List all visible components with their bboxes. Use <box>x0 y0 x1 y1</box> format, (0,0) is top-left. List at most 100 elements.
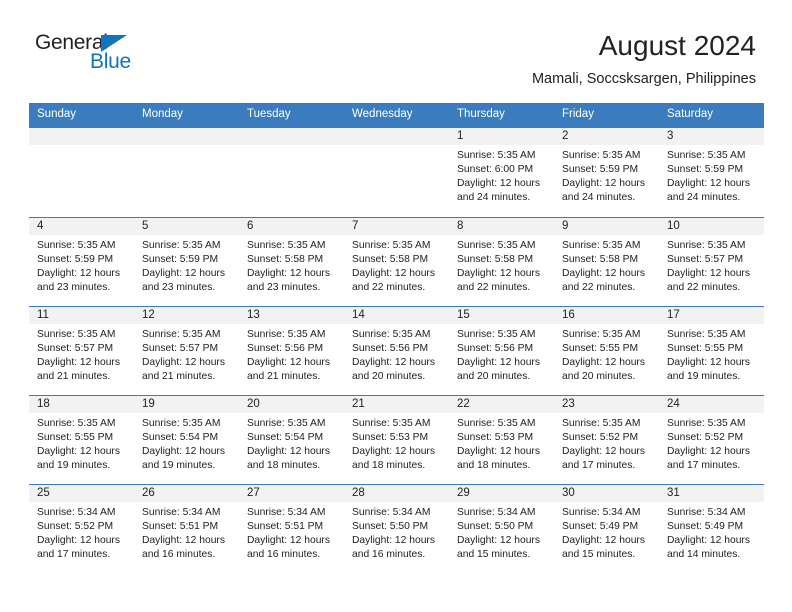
day-cell-empty <box>134 127 239 217</box>
day-cell[interactable]: 23 Sunrise: 5:35 AM Sunset: 5:52 PM Dayligh… <box>554 395 659 484</box>
day-detail-line: Daylight: 12 hours <box>142 534 225 546</box>
day-detail-line: Daylight: 12 hours <box>562 534 645 546</box>
day-detail-line: Daylight: 12 hours <box>37 267 120 279</box>
day-detail-line: Sunset: 5:49 PM <box>562 520 639 532</box>
day-details: Sunrise: 5:35 AM Sunset: 5:56 PM Daylight:… <box>449 324 554 384</box>
day-number: 26 <box>134 484 239 502</box>
day-details: Sunrise: 5:35 AM Sunset: 5:53 PM Daylight:… <box>344 413 449 473</box>
day-detail-line: Sunrise: 5:35 AM <box>247 328 326 340</box>
day-detail-line: and 16 minutes. <box>247 549 321 561</box>
day-cell[interactable]: 10 Sunrise: 5:35 AM Sunset: 5:57 PM Dayligh… <box>659 217 764 306</box>
day-detail-line: and 21 minutes. <box>37 371 111 383</box>
day-detail-line: Daylight: 12 hours <box>37 356 120 368</box>
day-details: Sunrise: 5:35 AM Sunset: 5:58 PM Daylight:… <box>449 235 554 295</box>
day-cell[interactable]: 27 Sunrise: 5:34 AM Sunset: 5:51 PM Dayligh… <box>239 484 344 573</box>
day-detail-line: Sunset: 5:59 PM <box>37 253 114 265</box>
day-cell[interactable]: 4 Sunrise: 5:35 AM Sunset: 5:59 PM Daylight… <box>29 217 134 306</box>
day-detail-line: Daylight: 12 hours <box>562 177 645 189</box>
day-detail-line: Sunset: 5:52 PM <box>562 431 639 443</box>
day-cell-empty <box>239 127 344 217</box>
day-cell[interactable]: 13 Sunrise: 5:35 AM Sunset: 5:56 PM Dayligh… <box>239 306 344 395</box>
day-number: 16 <box>554 306 659 324</box>
day-number: 24 <box>659 395 764 413</box>
day-detail-line: Sunset: 5:55 PM <box>667 342 744 354</box>
day-number: 20 <box>239 395 344 413</box>
day-detail-line: Sunset: 5:58 PM <box>247 253 324 265</box>
day-details: Sunrise: 5:34 AM Sunset: 5:50 PM Daylight:… <box>449 502 554 562</box>
day-detail-line: and 20 minutes. <box>562 371 636 383</box>
day-details: Sunrise: 5:34 AM Sunset: 5:49 PM Daylight:… <box>554 502 659 562</box>
day-cell[interactable]: 8 Sunrise: 5:35 AM Sunset: 5:58 PM Daylight… <box>449 217 554 306</box>
day-cell[interactable]: 25 Sunrise: 5:34 AM Sunset: 5:52 PM Dayligh… <box>29 484 134 573</box>
day-number: 23 <box>554 395 659 413</box>
calendar-page: General Blue August 2024 Mamali, Soccsks… <box>0 0 792 612</box>
day-cell[interactable]: 31 Sunrise: 5:34 AM Sunset: 5:49 PM Dayligh… <box>659 484 764 573</box>
day-detail-line: Sunrise: 5:35 AM <box>562 149 641 161</box>
day-detail-line: Sunset: 5:50 PM <box>352 520 429 532</box>
day-detail-line: Sunset: 5:57 PM <box>37 342 114 354</box>
day-detail-line: and 18 minutes. <box>352 460 426 472</box>
day-cell[interactable]: 12 Sunrise: 5:35 AM Sunset: 5:57 PM Dayligh… <box>134 306 239 395</box>
day-cell[interactable]: 6 Sunrise: 5:35 AM Sunset: 5:58 PM Daylight… <box>239 217 344 306</box>
day-number: 1 <box>449 127 554 145</box>
day-detail-line: Sunrise: 5:35 AM <box>667 328 746 340</box>
day-cell[interactable]: 16 Sunrise: 5:35 AM Sunset: 5:55 PM Dayligh… <box>554 306 659 395</box>
day-cell[interactable]: 30 Sunrise: 5:34 AM Sunset: 5:49 PM Dayligh… <box>554 484 659 573</box>
day-detail-line: and 16 minutes. <box>142 549 216 561</box>
day-number: 2 <box>554 127 659 145</box>
day-detail-line: Sunrise: 5:35 AM <box>457 149 536 161</box>
day-number: 9 <box>554 217 659 235</box>
day-cell[interactable]: 22 Sunrise: 5:35 AM Sunset: 5:53 PM Dayligh… <box>449 395 554 484</box>
day-number: 5 <box>134 217 239 235</box>
weekday-header-saturday: Saturday <box>667 108 714 120</box>
day-number <box>239 127 344 145</box>
day-detail-line: Sunrise: 5:34 AM <box>37 506 116 518</box>
day-cell[interactable]: 5 Sunrise: 5:35 AM Sunset: 5:59 PM Daylight… <box>134 217 239 306</box>
calendar-week-row: 11 Sunrise: 5:35 AM Sunset: 5:57 PM Dayligh… <box>29 305 764 395</box>
day-detail-line: and 18 minutes. <box>457 460 531 472</box>
day-cell[interactable]: 2 Sunrise: 5:35 AM Sunset: 5:59 PM Daylight… <box>554 127 659 217</box>
day-cell[interactable]: 1 Sunrise: 5:35 AM Sunset: 6:00 PM Daylight… <box>449 127 554 217</box>
day-cell[interactable]: 28 Sunrise: 5:34 AM Sunset: 5:50 PM Dayligh… <box>344 484 449 573</box>
day-cell[interactable]: 9 Sunrise: 5:35 AM Sunset: 5:58 PM Daylight… <box>554 217 659 306</box>
day-cell[interactable]: 11 Sunrise: 5:35 AM Sunset: 5:57 PM Dayligh… <box>29 306 134 395</box>
day-number: 30 <box>554 484 659 502</box>
calendar-week-row: 18 Sunrise: 5:35 AM Sunset: 5:55 PM Dayligh… <box>29 394 764 484</box>
title-block: August 2024 Mamali, Soccsksargen, Philip… <box>532 30 756 87</box>
general-blue-logo[interactable]: General Blue <box>30 30 150 78</box>
day-number: 8 <box>449 217 554 235</box>
day-cell[interactable]: 29 Sunrise: 5:34 AM Sunset: 5:50 PM Dayligh… <box>449 484 554 573</box>
day-detail-line: and 17 minutes. <box>562 460 636 472</box>
day-cell[interactable]: 20 Sunrise: 5:35 AM Sunset: 5:54 PM Dayligh… <box>239 395 344 484</box>
day-cell[interactable]: 18 Sunrise: 5:35 AM Sunset: 5:55 PM Dayligh… <box>29 395 134 484</box>
day-detail-line: Sunrise: 5:35 AM <box>352 239 431 251</box>
day-cell-empty <box>344 127 449 217</box>
day-detail-line: Daylight: 12 hours <box>247 534 330 546</box>
day-detail-line: Daylight: 12 hours <box>667 267 750 279</box>
day-detail-line: Sunset: 5:58 PM <box>457 253 534 265</box>
day-cell[interactable]: 26 Sunrise: 5:34 AM Sunset: 5:51 PM Dayligh… <box>134 484 239 573</box>
day-cell[interactable]: 7 Sunrise: 5:35 AM Sunset: 5:58 PM Daylight… <box>344 217 449 306</box>
day-cell[interactable]: 24 Sunrise: 5:35 AM Sunset: 5:52 PM Dayligh… <box>659 395 764 484</box>
day-number <box>134 127 239 145</box>
day-detail-line: and 23 minutes. <box>142 282 216 294</box>
day-details: Sunrise: 5:35 AM Sunset: 5:59 PM Daylight:… <box>29 235 134 295</box>
day-detail-line: Sunrise: 5:35 AM <box>562 239 641 251</box>
day-detail-line: and 15 minutes. <box>562 549 636 561</box>
day-number: 11 <box>29 306 134 324</box>
day-detail-line: Daylight: 12 hours <box>667 445 750 457</box>
day-detail-line: Daylight: 12 hours <box>247 356 330 368</box>
day-cell[interactable]: 14 Sunrise: 5:35 AM Sunset: 5:56 PM Dayligh… <box>344 306 449 395</box>
day-detail-line: Sunset: 5:49 PM <box>667 520 744 532</box>
day-cell[interactable]: 3 Sunrise: 5:35 AM Sunset: 5:59 PM Daylight… <box>659 127 764 217</box>
day-cell[interactable]: 17 Sunrise: 5:35 AM Sunset: 5:55 PM Dayligh… <box>659 306 764 395</box>
day-number: 25 <box>29 484 134 502</box>
day-detail-line: Sunrise: 5:34 AM <box>247 506 326 518</box>
day-cell[interactable]: 21 Sunrise: 5:35 AM Sunset: 5:53 PM Dayligh… <box>344 395 449 484</box>
day-detail-line: Sunset: 5:56 PM <box>352 342 429 354</box>
day-details: Sunrise: 5:35 AM Sunset: 5:57 PM Daylight:… <box>659 235 764 295</box>
day-cell[interactable]: 15 Sunrise: 5:35 AM Sunset: 5:56 PM Dayligh… <box>449 306 554 395</box>
day-cell[interactable]: 19 Sunrise: 5:35 AM Sunset: 5:54 PM Dayligh… <box>134 395 239 484</box>
page-header: General Blue August 2024 Mamali, Soccsks… <box>0 0 792 87</box>
day-detail-line: Sunrise: 5:35 AM <box>457 417 536 429</box>
